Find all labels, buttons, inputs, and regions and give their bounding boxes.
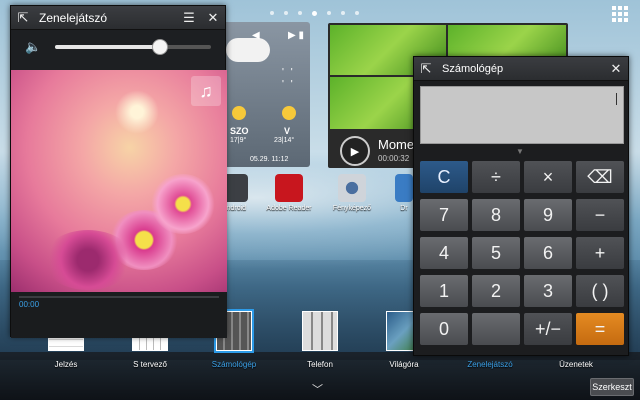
volume-control: 🔈	[11, 30, 225, 64]
calc-key-1[interactable]: 1	[420, 275, 468, 307]
recent-app-label: Számológép	[211, 360, 257, 369]
chevron-down-icon[interactable]: ﹀	[312, 381, 323, 397]
music-note-icon[interactable]: ♫	[191, 76, 221, 106]
recent-app-label: S tervező	[133, 360, 167, 369]
recent-app-phone[interactable]: Telefon	[290, 311, 350, 369]
page-dot-active	[312, 11, 317, 16]
progress-track[interactable]	[19, 296, 219, 298]
cloud-icon	[226, 38, 270, 62]
calc-key-4[interactable]: 4	[420, 237, 468, 269]
page-dot	[355, 11, 359, 15]
desktop-icon-camera[interactable]: Fényképező	[328, 174, 376, 212]
speaker-icon[interactable]: 🔈	[25, 39, 41, 55]
calc-key-clear[interactable]: C	[420, 161, 468, 193]
calc-key-equals[interactable]: =	[576, 313, 624, 345]
playback-progress[interactable]: 00:00	[11, 292, 227, 338]
text-cursor	[616, 93, 617, 105]
weather-day: SZO	[230, 126, 249, 136]
calc-key-parentheses[interactable]: ( )	[576, 275, 624, 307]
desktop-icon-label: Fényképező	[332, 205, 372, 212]
calc-key-6[interactable]: 6	[524, 237, 572, 269]
recent-app-label: Világóra	[389, 360, 419, 369]
calc-key-8[interactable]: 8	[472, 199, 520, 231]
page-dot	[284, 11, 288, 15]
sun-icon	[232, 106, 246, 120]
calc-key-minus[interactable]: −	[576, 199, 624, 231]
album-art: ♫	[11, 70, 227, 292]
recent-app-label: Zenelejátszó	[467, 360, 513, 369]
page-dot	[341, 11, 345, 15]
next-icon[interactable]: ▶ ▮	[288, 30, 304, 41]
close-icon[interactable]: ✕	[201, 6, 225, 30]
calc-key-plus[interactable]: +	[576, 237, 624, 269]
calculator-window[interactable]: ⇱ Számológép ✕ ▼ C ÷ × ⌫ 7 8 9 − 4 5 6 +…	[413, 56, 629, 356]
recent-app-label: Telefon	[307, 360, 333, 369]
desktop-icon-adobe-reader[interactable]: Adobe Reader	[262, 174, 316, 212]
adobe-reader-icon	[275, 174, 303, 202]
weather-widget[interactable]: ◀ ▶ ▮ ' ' ' ' SZO 17|9° V 23|14° 05.29. 1…	[222, 22, 310, 167]
volume-slider[interactable]	[55, 39, 211, 55]
weather-temp: 17|9°	[230, 137, 247, 144]
calc-key-3[interactable]: 3	[524, 275, 572, 307]
video-time: 00:00:32	[378, 154, 410, 163]
apps-grid-icon[interactable]	[612, 6, 628, 22]
phone-icon	[302, 311, 338, 351]
prev-icon[interactable]: ◀	[252, 30, 260, 41]
weather-datetime: 05.29. 11:12	[250, 156, 289, 163]
calc-key-2[interactable]: 2	[472, 275, 520, 307]
expand-icon[interactable]: ⇱	[414, 57, 438, 81]
camera-icon	[338, 174, 366, 202]
recent-app-label: Üzenetek	[559, 360, 593, 369]
rain-icon: ' ' ' '	[282, 67, 295, 90]
calc-key-multiply[interactable]: ×	[524, 161, 572, 193]
video-title: Mome	[378, 137, 415, 152]
playlist-icon[interactable]: ☰	[177, 6, 201, 30]
volume-fill	[55, 45, 160, 49]
music-player-window[interactable]: ⇱ Zenelejátszó ☰ ✕ 🔈 ♫ 00:00	[10, 5, 227, 338]
calc-key-5[interactable]: 5	[472, 237, 520, 269]
close-icon[interactable]: ✕	[604, 57, 628, 81]
music-player-title: Zenelejátszó	[39, 10, 108, 25]
calc-key-divide[interactable]: ÷	[472, 161, 520, 193]
volume-knob[interactable]	[151, 39, 168, 55]
music-player-titlebar[interactable]: ⇱ Zenelejátszó ☰ ✕	[11, 6, 225, 30]
calc-key-9[interactable]: 9	[524, 199, 572, 231]
page-dot	[270, 11, 274, 15]
app-icon	[395, 174, 413, 202]
chevron-down-icon[interactable]: ▼	[516, 147, 524, 156]
expand-icon[interactable]: ⇱	[11, 6, 35, 30]
elapsed-time: 00:00	[19, 300, 40, 309]
page-dot	[298, 11, 302, 15]
weather-day: V	[284, 126, 291, 136]
calculator-title: Számológép	[442, 62, 504, 75]
calc-key-0[interactable]: 0	[420, 313, 468, 345]
edit-button[interactable]: Szerkeszt	[590, 378, 634, 396]
sun-icon	[282, 106, 296, 120]
calc-key-backspace[interactable]: ⌫	[576, 161, 624, 193]
calc-key-decimal[interactable]	[472, 313, 520, 345]
play-icon[interactable]: ▶	[340, 136, 370, 166]
calc-key-7[interactable]: 7	[420, 199, 468, 231]
weather-temp: 23|14°	[274, 137, 295, 144]
calculator-keypad: C ÷ × ⌫ 7 8 9 − 4 5 6 + 1 2 3 ( ) 0 +/− …	[420, 161, 624, 345]
page-indicator	[270, 11, 359, 16]
desktop-icon-label: Adobe Reader	[266, 205, 312, 212]
recent-app-label: Jelzés	[54, 360, 78, 369]
calculator-display[interactable]	[420, 86, 624, 144]
page-dot	[327, 11, 331, 15]
calc-key-sign[interactable]: +/−	[524, 313, 572, 345]
calculator-titlebar[interactable]: ⇱ Számológép ✕	[414, 57, 628, 81]
